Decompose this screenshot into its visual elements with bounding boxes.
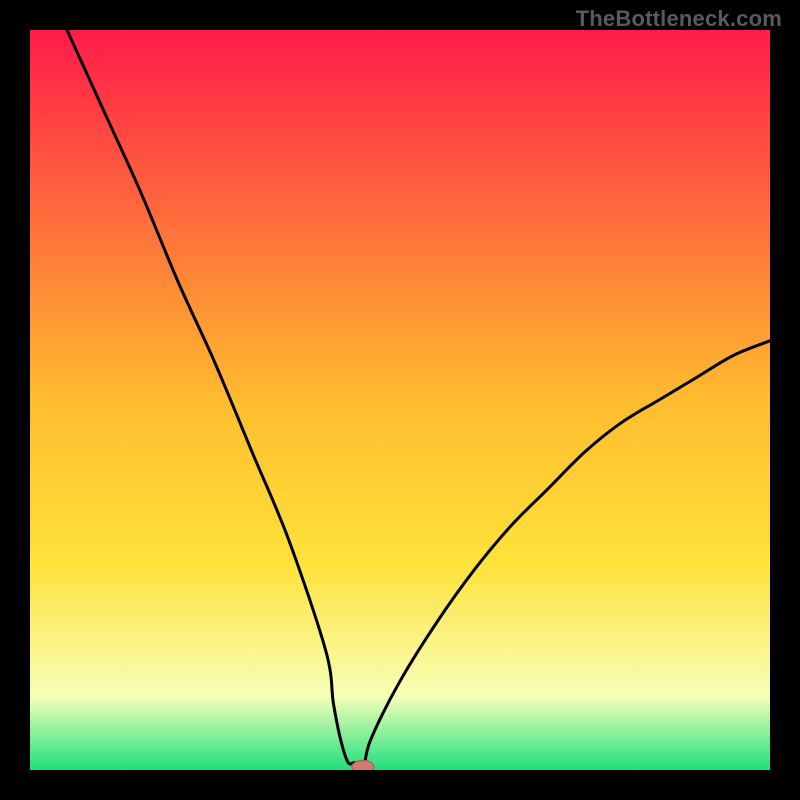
chart-frame: TheBottleneck.com bbox=[0, 0, 800, 800]
optimal-point-marker bbox=[352, 760, 374, 770]
chart-plot-area bbox=[30, 30, 770, 770]
watermark-text: TheBottleneck.com bbox=[576, 6, 782, 32]
chart-svg bbox=[30, 30, 770, 770]
